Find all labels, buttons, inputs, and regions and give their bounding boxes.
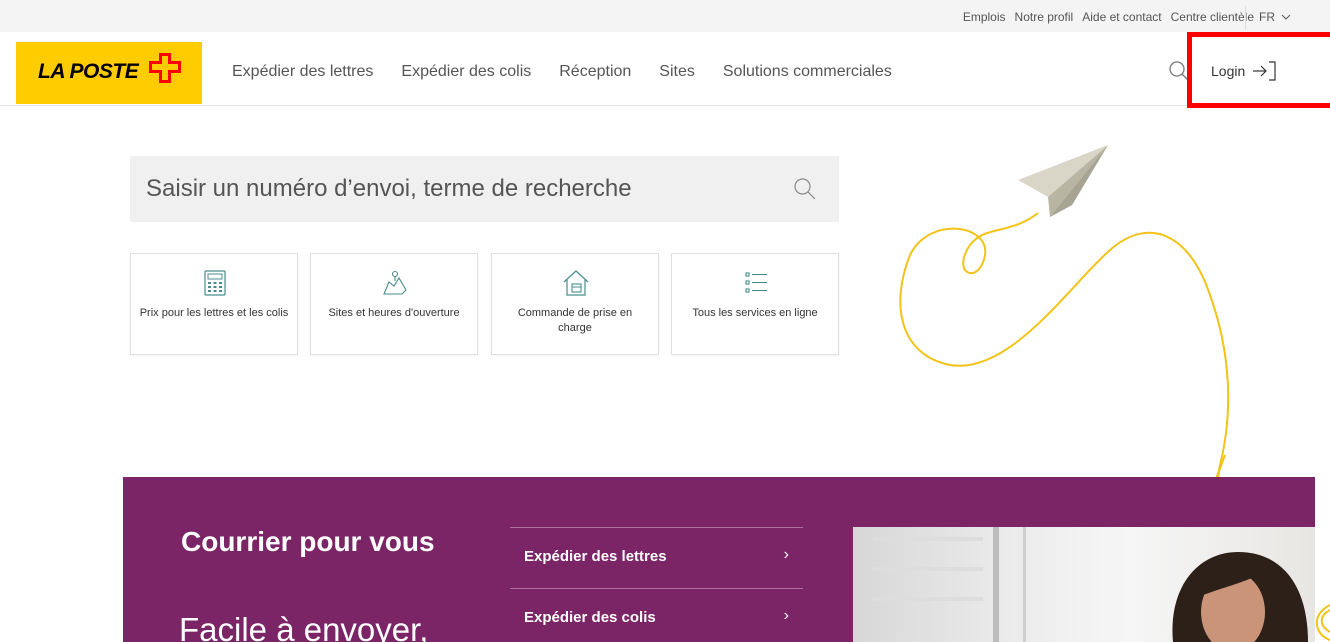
courrier-teaser: Courrier pour vous Facile à envoyer, Exp… — [123, 477, 1315, 642]
utility-link-notre-profil[interactable]: Notre profil — [1015, 10, 1074, 24]
search-icon[interactable] — [793, 177, 817, 201]
chevron-right-icon: › — [783, 546, 789, 563]
teaser-link-label: Expédier des lettres — [524, 548, 667, 565]
tile-prise-en-charge[interactable]: Commande de prise en charge — [491, 253, 659, 355]
nav-item-reception[interactable]: Réception — [559, 63, 631, 81]
nav-item-sites[interactable]: Sites — [659, 63, 695, 81]
calculator-icon — [204, 270, 226, 296]
tile-prix[interactable]: Prix pour les lettres et les colis — [130, 253, 298, 355]
utility-bar: Emplois Notre profil Aide et contact Cen… — [0, 0, 1330, 32]
chevron-right-icon: › — [783, 607, 789, 624]
login-arrow-icon — [1253, 61, 1276, 81]
woman-photo-illustration — [873, 527, 1308, 642]
chevron-down-icon — [1281, 10, 1291, 24]
tracking-search-box — [130, 156, 839, 222]
tile-label: Tous les services en ligne — [692, 307, 818, 319]
teaser-links: Expédier des lettres › Expédier des coli… — [510, 527, 803, 642]
tracking-search-input[interactable] — [146, 156, 766, 222]
login-label: Login — [1211, 63, 1246, 79]
nav-item-lettres[interactable]: Expédier des lettres — [232, 63, 373, 81]
swiss-cross-icon — [149, 53, 181, 83]
nav-item-solutions[interactable]: Solutions commerciales — [723, 63, 892, 81]
login-button[interactable]: Login — [1211, 61, 1277, 81]
utility-link-centre-clientele[interactable]: Centre clientèle — [1171, 10, 1254, 24]
search-icon[interactable] — [1168, 60, 1190, 82]
teaser-title: Courrier pour vous — [181, 526, 435, 557]
tile-sites[interactable]: Sites et heures d'ouverture — [310, 253, 478, 355]
tile-label: Sites et heures d'ouverture — [328, 307, 460, 319]
tile-services-en-ligne[interactable]: Tous les services en ligne — [671, 253, 839, 355]
teaser-link-colis[interactable]: Expédier des colis › — [510, 588, 803, 642]
paper-plane-icon — [1018, 145, 1108, 217]
house-parcel-icon — [563, 270, 589, 296]
logo[interactable]: LA POSTE — [16, 42, 202, 104]
utility-links: Emplois Notre profil Aide et contact Cen… — [963, 10, 1254, 24]
list-icon — [745, 272, 767, 293]
teaser-link-lettres[interactable]: Expédier des lettres › — [510, 527, 803, 588]
tile-label: Commande de prise en charge — [517, 307, 633, 334]
main-nav: Expédier des lettres Expédier des colis … — [232, 63, 892, 81]
teaser-subtitle: Facile à envoyer, — [179, 611, 429, 642]
logo-text: LA POSTE — [38, 60, 139, 83]
location-icon — [383, 270, 407, 295]
nav-item-colis[interactable]: Expédier des colis — [401, 63, 531, 81]
main-header: LA POSTE Expédier des lettres Expédier d… — [0, 32, 1330, 106]
plane-trail-end — [1320, 609, 1330, 633]
tile-label: Prix pour les lettres et les colis — [139, 307, 289, 319]
teaser-link-label: Expédier des colis — [524, 609, 656, 626]
utility-link-emplois[interactable]: Emplois — [963, 10, 1006, 24]
utility-link-aide-contact[interactable]: Aide et contact — [1082, 10, 1161, 24]
teaser-photo — [853, 527, 1315, 642]
language-label: FR — [1259, 10, 1275, 24]
language-selector[interactable]: FR — [1245, 6, 1295, 30]
login-area: Login — [1191, 32, 1330, 106]
